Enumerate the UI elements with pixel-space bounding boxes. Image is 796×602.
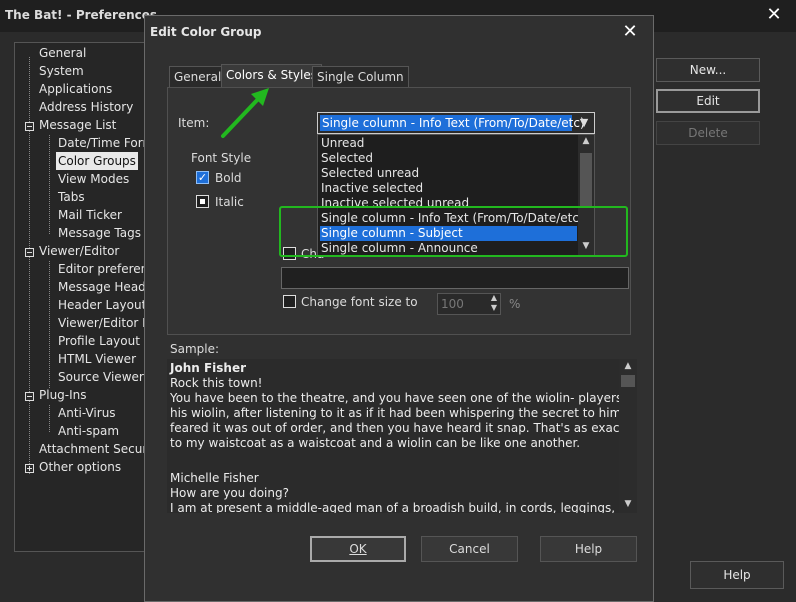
sample-line: Rock this town! <box>170 376 263 390</box>
tree-item-anti-virus[interactable]: Anti-Virus <box>58 404 116 422</box>
tree-item-profile-layout[interactable]: Profile Layout <box>58 332 140 350</box>
delete-button[interactable]: Delete <box>656 121 760 145</box>
collapse-icon[interactable] <box>25 122 34 131</box>
ok-button[interactable]: OK <box>310 536 406 562</box>
cancel-button[interactable]: Cancel <box>421 536 518 562</box>
collapse-icon[interactable] <box>25 248 34 257</box>
tree-item-message-tags[interactable]: Message Tags <box>58 224 141 242</box>
dropdown-item-selected-unread[interactable]: Selected unread <box>320 166 577 181</box>
tree-item-general[interactable]: General <box>39 44 86 62</box>
sample-line: feared it was out of order, and then you… <box>170 421 637 435</box>
bold-checkbox[interactable]: ✓ <box>196 171 209 184</box>
collapse-icon[interactable] <box>25 392 34 401</box>
chevron-down-icon[interactable]: ▼ <box>576 114 592 132</box>
sample-scroll-thumb[interactable] <box>621 375 635 387</box>
sample-sender: John Fisher <box>170 361 247 375</box>
tree-item-mail-ticker[interactable]: Mail Ticker <box>58 206 122 224</box>
tree-item-view-modes[interactable]: View Modes <box>58 170 129 188</box>
window-title: The Bat! - Preferences <box>5 8 158 22</box>
edit-color-group-dialog: Edit Color Group ✕ General Colors & Styl… <box>144 15 654 602</box>
scroll-up-icon[interactable]: ▲ <box>621 361 635 371</box>
tab-single-column[interactable]: Single Column <box>312 66 409 88</box>
tree-item-address-history[interactable]: Address History <box>39 98 133 116</box>
tree-item-viewer-editor-profiles[interactable]: Viewer/Editor Pr <box>58 314 147 332</box>
tree-item-system[interactable]: System <box>39 62 84 80</box>
edit-button[interactable]: Edit <box>656 89 760 113</box>
sample-line: to my waistcoat as a waistcoat and a wio… <box>170 436 581 450</box>
item-label: Item: <box>178 116 210 130</box>
preferences-tree: General System Applications Address Hist… <box>14 42 148 552</box>
tree-item-attachment-security[interactable]: Attachment Security <box>39 440 147 458</box>
scroll-down-icon[interactable]: ▼ <box>621 499 635 509</box>
dropdown-item-unread[interactable]: Unread <box>320 136 577 151</box>
window-close-icon[interactable]: ✕ <box>752 0 796 30</box>
tree-item-viewer-editor[interactable]: Viewer/Editor <box>39 242 119 260</box>
help-button-main[interactable]: Help <box>690 561 784 589</box>
font-size-spinner[interactable]: 100 ▲ ▼ <box>437 293 501 315</box>
tree-item-editor-preferences[interactable]: Editor preference <box>58 260 147 278</box>
color-picker-field[interactable] <box>281 267 629 289</box>
tree-item-message-list[interactable]: Message List <box>39 116 116 134</box>
tree-item-html-viewer[interactable]: HTML Viewer <box>58 350 136 368</box>
ok-button-label: OK <box>349 542 367 556</box>
tree-guide-line <box>49 405 50 432</box>
expand-icon[interactable] <box>25 464 34 473</box>
dialog-title: Edit Color Group <box>150 25 262 39</box>
bold-label: Bold <box>215 171 242 185</box>
help-button[interactable]: Help <box>540 536 637 562</box>
sample-line: How are you doing? <box>170 486 289 500</box>
annotation-arrow-icon <box>221 88 269 138</box>
tree-item-header-layout[interactable]: Header Layout <box>58 296 146 314</box>
dropdown-item-inactive-selected[interactable]: Inactive selected <box>320 181 577 196</box>
annotation-highlight-box <box>279 206 628 257</box>
scroll-up-icon[interactable]: ▲ <box>580 136 592 146</box>
italic-label: Italic <box>215 195 244 209</box>
sample-line: I am at present a middle-aged man of a b… <box>170 501 637 513</box>
spinner-arrows-icon[interactable]: ▲ ▼ <box>491 293 497 313</box>
tree-item-color-groups[interactable]: Color Groups <box>56 152 138 170</box>
item-combobox-value: Single column - Info Text (From/To/Date/… <box>320 115 585 131</box>
tree-item-message-header[interactable]: Message Header <box>58 278 147 296</box>
item-combobox[interactable]: Single column - Info Text (From/To/Date/… <box>317 112 595 134</box>
dropdown-item-selected[interactable]: Selected <box>320 151 577 166</box>
change-font-size-checkbox[interactable] <box>283 295 296 308</box>
tree-guide-line <box>29 57 30 474</box>
font-style-label: Font Style <box>191 151 252 165</box>
dropdown-scroll-thumb[interactable] <box>580 153 592 208</box>
percent-sign: % <box>509 297 521 311</box>
change-font-size-label: Change font size to <box>301 295 418 309</box>
sample-label: Sample: <box>170 342 220 356</box>
tree-guide-line <box>49 261 50 388</box>
sample-line: You have been to the theatre, and you ha… <box>170 391 637 405</box>
tree-item-source-viewer[interactable]: Source Viewer <box>58 368 144 386</box>
tree-item-tabs[interactable]: Tabs <box>58 188 85 206</box>
dialog-close-icon[interactable]: ✕ <box>611 18 649 46</box>
tree-guide-line <box>49 135 50 234</box>
tree-item-plug-ins[interactable]: Plug-Ins <box>39 386 87 404</box>
sample-line: his wiolin, after listening to it as if … <box>170 406 637 420</box>
tree-item-other-options[interactable]: Other options <box>39 458 121 476</box>
sample-preview: John Fisher Rock this town! You have bee… <box>167 359 637 513</box>
tree-item-applications[interactable]: Applications <box>39 80 112 98</box>
italic-checkbox[interactable] <box>196 195 209 208</box>
tree-item-anti-spam[interactable]: Anti-spam <box>58 422 119 440</box>
new-button[interactable]: New... <box>656 58 760 82</box>
tree-item-date-time-format[interactable]: Date/Time Form <box>58 134 147 152</box>
sample-sender: Michelle Fisher <box>170 471 259 485</box>
font-size-value: 100 <box>441 297 464 311</box>
